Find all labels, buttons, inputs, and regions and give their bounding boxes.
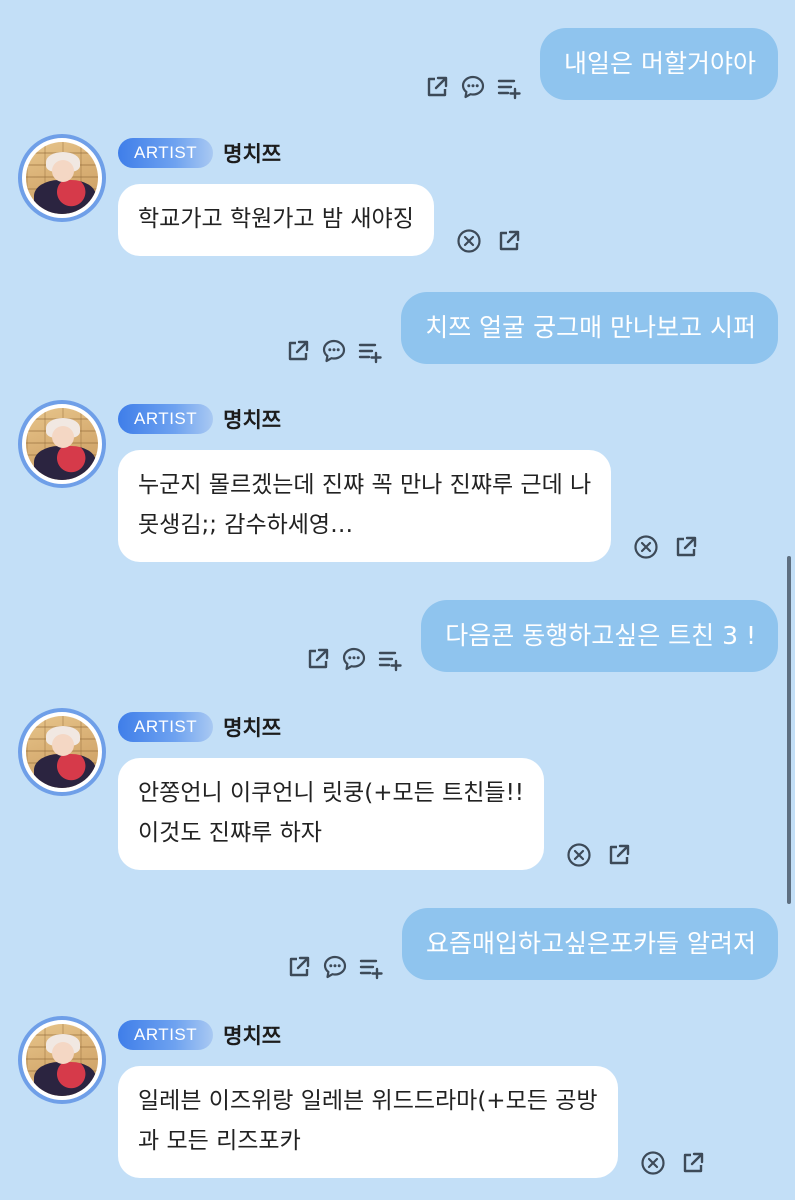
outgoing-message: 다음콘 동행하고싶은 트친 3 !	[305, 600, 778, 672]
message-actions	[566, 842, 632, 868]
message-row: 안쫑언니 이쿠언니 릿쿵(+모든 트친들!! 이것도 진쨔루 하자	[118, 758, 632, 870]
avatar-photo	[26, 408, 98, 480]
share-icon[interactable]	[286, 954, 312, 980]
reply-bubble-icon[interactable]	[460, 74, 486, 100]
message-bubble[interactable]: 다음콘 동행하고싶은 트친 3 !	[421, 600, 778, 672]
outgoing-message: 치쯔 얼굴 궁그매 만나보고 시퍼	[285, 292, 778, 364]
add-to-list-icon[interactable]	[357, 338, 383, 364]
close-circle-icon[interactable]	[456, 228, 482, 254]
message-bubble[interactable]: 안쫑언니 이쿠언니 릿쿵(+모든 트친들!! 이것도 진쨔루 하자	[118, 758, 545, 870]
close-circle-icon[interactable]	[566, 842, 592, 868]
message-actions	[640, 1150, 706, 1176]
message-bubble[interactable]: 학교가고 학원가고 밤 새야징	[118, 184, 434, 256]
share-icon[interactable]	[606, 842, 632, 868]
message-row: 누군지 몰르겠는데 진쨔 꼭 만나 진쨔루 근데 나 못생김;; 감수하세영…	[118, 450, 699, 562]
outgoing-message: 내일은 머할거야아	[424, 28, 778, 100]
message-actions	[456, 228, 522, 254]
outgoing-message: 요즘매입하고싶은포카들 알려저	[286, 908, 778, 980]
scrollbar[interactable]	[787, 556, 791, 904]
message-row: 일레븐 이즈위랑 일레븐 위드드라마(+모든 공방 과 모든 리즈포카	[118, 1066, 706, 1178]
add-to-list-icon[interactable]	[377, 646, 403, 672]
message-bubble[interactable]: 치쯔 얼굴 궁그매 만나보고 시퍼	[401, 292, 778, 364]
message-bubble[interactable]: 누군지 몰르겠는데 진쨔 꼭 만나 진쨔루 근데 나 못생김;; 감수하세영…	[118, 450, 612, 562]
artist-badge: ARTIST	[118, 404, 214, 434]
close-circle-icon[interactable]	[633, 534, 659, 560]
add-to-list-icon[interactable]	[358, 954, 384, 980]
share-icon[interactable]	[680, 1150, 706, 1176]
share-icon[interactable]	[285, 338, 311, 364]
message-bubble[interactable]: 내일은 머할거야아	[540, 28, 778, 100]
close-circle-icon[interactable]	[640, 1150, 666, 1176]
artist-badge: ARTIST	[118, 712, 214, 742]
message-bubble[interactable]: 일레븐 이즈위랑 일레븐 위드드라마(+모든 공방 과 모든 리즈포카	[118, 1066, 618, 1178]
share-icon[interactable]	[305, 646, 331, 672]
avatar-photo	[26, 716, 98, 788]
share-icon[interactable]	[424, 74, 450, 100]
sender-name: 명치쯔	[223, 408, 282, 432]
message-actions	[424, 74, 522, 100]
sender-name: 명치쯔	[223, 142, 282, 166]
avatar[interactable]	[18, 1016, 106, 1104]
reply-bubble-icon[interactable]	[322, 954, 348, 980]
share-icon[interactable]	[673, 534, 699, 560]
message-actions	[633, 534, 699, 560]
message-bubble[interactable]: 요즘매입하고싶은포카들 알려저	[402, 908, 778, 980]
avatar[interactable]	[18, 400, 106, 488]
sender-header: ARTIST 명치쯔	[118, 138, 281, 168]
message-actions	[286, 954, 384, 980]
share-icon[interactable]	[496, 228, 522, 254]
reply-bubble-icon[interactable]	[341, 646, 367, 672]
artist-badge: ARTIST	[118, 138, 214, 168]
reply-bubble-icon[interactable]	[321, 338, 347, 364]
sender-header: ARTIST 명치쯔	[118, 712, 281, 742]
avatar-photo	[26, 142, 98, 214]
message-actions	[285, 338, 383, 364]
avatar[interactable]	[18, 134, 106, 222]
avatar[interactable]	[18, 708, 106, 796]
sender-header: ARTIST 명치쯔	[118, 404, 281, 434]
message-row: 학교가고 학원가고 밤 새야징	[118, 184, 522, 256]
sender-name: 명치쯔	[223, 716, 282, 740]
avatar-photo	[26, 1024, 98, 1096]
sender-name: 명치쯔	[223, 1024, 282, 1048]
chat-thread: 내일은 머할거야아 ARTIST 명치쯔 학교가고 학원가고 밤 새야징 치쯔 …	[0, 0, 795, 1200]
add-to-list-icon[interactable]	[496, 74, 522, 100]
artist-badge: ARTIST	[118, 1020, 214, 1050]
sender-header: ARTIST 명치쯔	[118, 1020, 281, 1050]
message-actions	[305, 646, 403, 672]
